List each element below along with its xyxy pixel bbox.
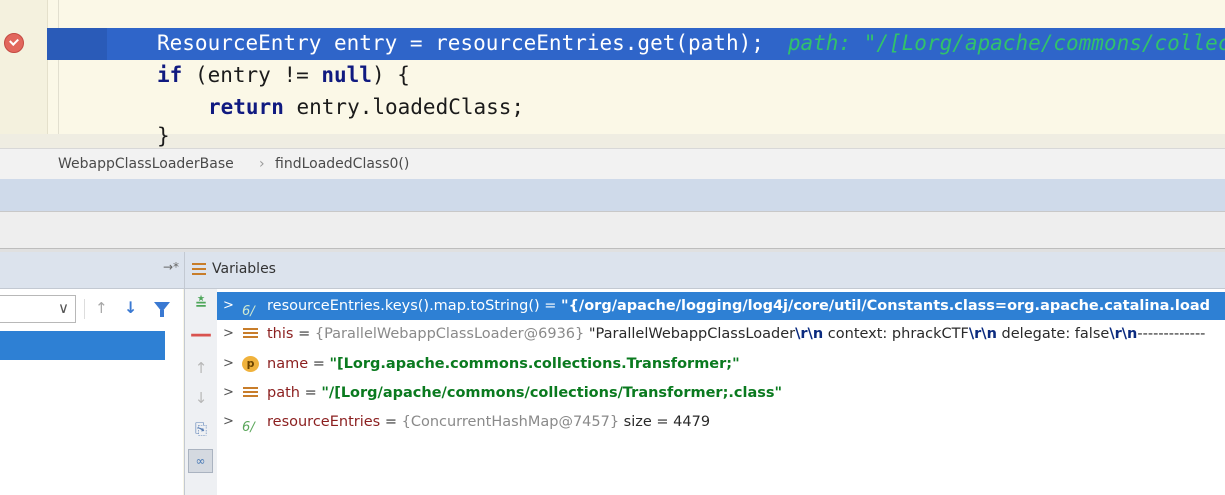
keyword-if: if [157,63,183,87]
variable-name: resourceEntries [267,414,381,430]
code-text: ResourceEntry entry = resourceEntries.ge… [157,31,764,55]
variable-content: resourceEntries = {ConcurrentHashMap@745… [267,408,710,436]
variable-value: "/[Lorg/apache/commons/collections/Trans… [321,385,783,401]
field-icon [242,385,259,401]
variable-row[interactable]: > 6∕ resourceEntries = {ConcurrentHashMa… [217,408,1225,436]
code-line-return[interactable]: return entry.loadedClass; [208,95,524,119]
arrow-down-icon[interactable]: ↓ [124,298,137,317]
code-text: (entry != [182,63,322,87]
equals-sign: = [380,414,402,430]
watch-expression-icon: 6∕ [242,420,255,435]
variable-row[interactable]: > 6∕ resourceEntries.keys().map.toString… [217,292,1225,320]
breadcrumb-class[interactable]: WebappClassLoaderBase [58,156,234,172]
variables-icon [192,263,206,275]
show-watches-icon[interactable]: ∞ [188,449,213,473]
header-separator [184,252,185,288]
keyword-return: return [208,95,284,119]
escape-sequence: \r\n [795,326,824,342]
variable-type: {ConcurrentHashMap@7457} [401,414,620,430]
breadcrumb-separator: › [259,156,265,172]
expand-arrow-icon[interactable]: > [223,379,234,407]
move-up-icon[interactable]: ↑ [185,359,217,377]
evaluate-expression-icon[interactable]: ≛ [185,295,217,313]
variable-value: "[Lorg.apache.commons.collections.Transf… [329,356,740,372]
variable-content: path = "/[Lorg/apache/commons/collection… [267,379,782,407]
thread-dropdown[interactable]: ∨ [0,295,76,323]
equals-sign: = [293,326,315,342]
code-text: entry.loadedClass; [283,95,525,119]
escape-sequence: \r\n [1109,326,1138,342]
code-line-current[interactable]: ResourceEntry entry = resourceEntries.ge… [157,31,1225,55]
variable-value: ------------- [1137,326,1206,342]
variable-row[interactable]: > p name = "[Lorg.apache.commons.collect… [217,350,1225,378]
parameter-icon: p [242,356,259,372]
duplicate-watch-icon[interactable]: ⎘ [185,420,217,438]
variable-row[interactable]: > path = "/[Lorg/apache/commons/collecti… [217,379,1225,407]
equals-sign: = [299,385,322,401]
pin-icon[interactable]: →* [163,260,179,274]
breakpoint-icon[interactable] [4,33,24,53]
editor-gutter[interactable] [0,0,48,148]
editor-scroll-edge [0,134,1225,148]
variable-content: name = "[Lorg.apache.commons.collections… [267,350,740,378]
variables-side-toolbar: ≛ — ↑ ↓ ⎘ ∞ [184,289,218,495]
code-editor[interactable]: ResourceEntry entry = resourceEntries.ge… [0,0,1225,148]
debug-panel-header: →* Variables [0,252,1225,289]
expand-arrow-icon[interactable]: > [223,292,234,320]
variables-title: Variables [212,261,276,277]
keyword-null: null [321,63,372,87]
equals-sign: = [308,356,330,372]
equals-sign: = [539,298,562,314]
code-text: ) { [371,63,410,87]
gutter-divider [58,0,59,148]
filter-icon-stem [160,310,164,317]
variable-value: delegate: false [996,326,1110,342]
arrow-up-icon[interactable]: ↑ [95,299,108,317]
field-icon [242,326,259,342]
watch-expression-icon: 6∕ [242,304,255,319]
expand-arrow-icon[interactable]: > [223,350,234,378]
toolbar-separator [84,299,85,319]
variable-content: resourceEntries.keys().map.toString() = … [267,292,1210,320]
tool-window-tabs-bar [0,179,1225,211]
chevron-down-icon: ∨ [58,299,69,317]
remove-watch-icon[interactable]: — [185,324,217,346]
variable-value: context: phrackCTF [823,326,969,342]
escape-sequence: \r\n [968,326,997,342]
variable-value: "{/org/apache/logging/log4j/core/util/Co… [561,298,1211,314]
variable-name: path [267,385,300,401]
variable-value: "ParallelWebappClassLoader [584,326,796,342]
variable-name: name [267,356,309,372]
move-down-icon[interactable]: ↓ [185,389,217,407]
inline-debug-value: path: "/[Lorg/apache/commons/collec [787,31,1225,55]
selected-frame[interactable] [0,331,165,360]
variable-name: resourceEntries.keys().map.toString() [267,298,540,314]
variable-name: this [267,326,294,342]
code-line-brace[interactable]: } [157,124,170,148]
breadcrumb-method[interactable]: findLoadedClass0() [275,156,409,172]
debug-toolbar [0,211,1225,248]
expand-arrow-icon[interactable]: > [223,408,234,436]
variables-tree: > 6∕ resourceEntries.keys().map.toString… [217,289,1225,495]
execution-line-gutter [47,28,107,60]
frames-pane: ∨ ↑ ↓ [0,289,183,495]
variable-value: size = 4479 [619,414,711,430]
variable-content: this = {ParallelWebappClassLoader@6936} … [267,320,1205,348]
variable-row[interactable]: > this = {ParallelWebappClassLoader@6936… [217,320,1225,348]
expand-arrow-icon[interactable]: > [223,320,234,348]
code-text: } [157,124,170,148]
variable-type: {ParallelWebappClassLoader@6936} [314,326,585,342]
breadcrumb: WebappClassLoaderBase › findLoadedClass0… [0,148,1225,180]
code-line-if[interactable]: if (entry != null) { [157,63,410,87]
